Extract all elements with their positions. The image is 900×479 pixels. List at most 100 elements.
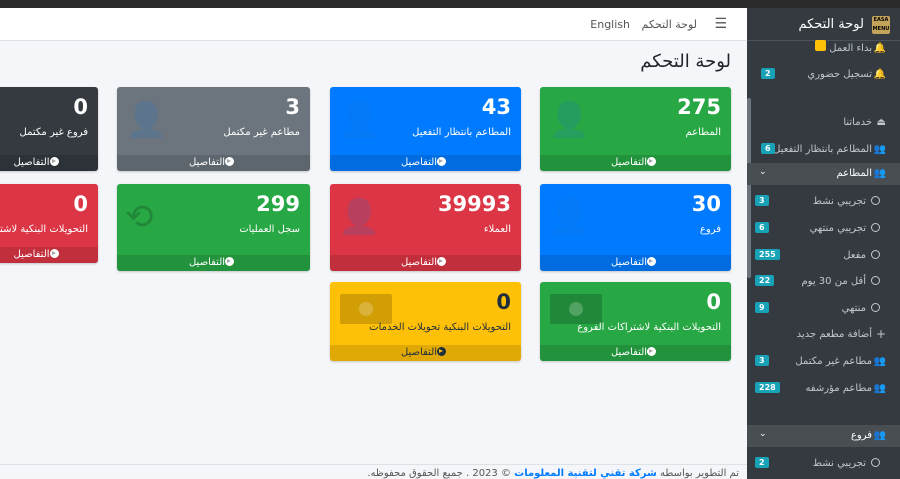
card-label: المطاعم بانتظار التفعيل	[412, 127, 511, 138]
card-value: 0	[73, 95, 88, 119]
arrow-circle-icon	[437, 347, 447, 356]
page-footer: تم التطوير بواسطه شركة تقني لتقنية المعل…	[367, 468, 739, 479]
card-label: التحويلات البنكية لاشتراكات الفروع	[577, 322, 721, 333]
card-value: 3	[285, 95, 300, 119]
arrow-circle-icon	[49, 157, 59, 166]
sidebar-item-restaurants[interactable]: 👥 المطاعم ⌄	[747, 163, 900, 185]
details-link[interactable]: التفاصيل	[330, 345, 521, 361]
users-icon: 👥	[873, 144, 886, 155]
details-link[interactable]: التفاصيل	[117, 255, 310, 271]
sidebar-item-expired[interactable]: منتهي 9	[747, 298, 900, 320]
arrow-circle-icon	[437, 157, 447, 166]
card-customers: 👤 39993 العملاء التفاصيل	[330, 184, 521, 271]
arrow-circle-icon	[225, 157, 235, 166]
sidebar: EASA MENU لوحة التحكم 🔔 بداء العمل 🔔 تسج…	[747, 8, 900, 479]
sidebar-item-trial-expired[interactable]: تجريبي منتهي 6	[747, 218, 900, 240]
brand-logo: EASA MENU	[872, 16, 890, 34]
card-incomplete-restaurants: 👤 3 مطاعم غير مكتمل التفاصيل	[117, 87, 310, 171]
start-work-badge-icon	[815, 40, 826, 54]
sidebar-item-branch-trial-active[interactable]: تجريبي نشط 2	[747, 453, 900, 475]
users-icon: 👥	[873, 430, 886, 441]
count-badge: 6	[755, 222, 769, 233]
count-badge: 3	[755, 195, 769, 206]
card-label: فروع	[699, 224, 721, 235]
card-operations-log: ⟲ 299 سجل العمليات التفاصيل	[117, 184, 310, 271]
chevron-down-icon: ⌄	[759, 429, 767, 439]
bell-outline-icon: ⏏	[876, 117, 886, 128]
sidebar-item-branches[interactable]: 👥 فروع ⌄	[747, 425, 900, 447]
users-icon: 👥	[873, 168, 886, 179]
sidebar-item-less-than-30-days[interactable]: أقل من 30 يوم 22	[747, 271, 900, 293]
footer-copyright: © 2023 . جميع الحقوق محفوظه.	[367, 468, 511, 479]
nav-dashboard-link[interactable]: لوحة التحكم	[642, 18, 697, 31]
card-label: التحويلات البنكية تحويلات الخدمات	[369, 322, 511, 333]
card-value: 0	[73, 192, 88, 216]
arrow-circle-icon	[647, 347, 657, 356]
count-badge: 6	[761, 143, 775, 154]
circle-icon	[871, 303, 880, 315]
sidebar-item-archived-restaurants[interactable]: 👥 مطاعم مؤرشفه 228	[747, 378, 900, 400]
money-icon	[550, 294, 602, 324]
sidebar-item-trial-active[interactable]: تجريبي نشط 3	[747, 191, 900, 213]
brand-title: لوحة التحكم	[798, 17, 864, 32]
arrow-circle-icon	[437, 257, 447, 266]
card-branches: 👤 30 فروع التفاصيل	[540, 184, 731, 271]
details-link[interactable]: التفاصيل	[117, 155, 310, 171]
card-pending-restaurants: 👤 43 المطاعم بانتظار التفعيل التفاصيل	[330, 87, 521, 171]
circle-icon	[871, 223, 880, 235]
card-label: مطاعم غير مكتمل	[223, 127, 300, 138]
browser-top-strip	[0, 0, 900, 8]
details-link[interactable]: التفاصيل	[330, 155, 521, 171]
sidebar-item-start-work[interactable]: 🔔 بداء العمل	[747, 38, 900, 60]
main-content: ☰ لوحة التحكم English لوحة التحكم 👤 275 …	[0, 8, 747, 479]
count-badge: 3	[755, 355, 769, 366]
details-link[interactable]: التفاصيل	[540, 255, 731, 271]
user-plus-icon: 👤	[338, 100, 381, 140]
footer-company-link[interactable]: شركة تقني لتقنية المعلومات	[514, 468, 657, 479]
card-value: 0	[706, 290, 721, 314]
count-badge: 2	[761, 68, 775, 79]
sidebar-item-our-services[interactable]: ⏏ خدماتنا	[747, 112, 900, 134]
details-link[interactable]: التفاصيل	[540, 155, 731, 171]
user-plus-icon: 👤	[125, 100, 168, 140]
user-plus-icon: 👤	[548, 100, 591, 140]
circle-icon	[871, 276, 880, 288]
card-restaurants: 👤 275 المطاعم التفاصيل	[540, 87, 731, 171]
chevron-down-icon: ⌄	[759, 167, 767, 177]
card-value: 0	[496, 290, 511, 314]
arrow-circle-icon	[225, 257, 235, 266]
count-badge: 22	[755, 275, 775, 286]
arrow-circle-icon	[647, 257, 657, 266]
language-link[interactable]: English	[590, 18, 630, 31]
top-navbar: ☰ لوحة التحكم English	[0, 8, 747, 41]
menu-icon[interactable]: ☰	[714, 16, 727, 32]
users-icon: 👥	[873, 383, 886, 394]
count-badge: 228	[755, 382, 780, 393]
arrow-circle-icon	[49, 249, 59, 258]
card-incomplete-branches: 0 فروع غير مكتمل التفاصيل	[0, 87, 98, 171]
details-link[interactable]: التفاصيل	[0, 155, 98, 171]
card-services-bank-transfers: 0 التحويلات البنكية تحويلات الخدمات التف…	[330, 282, 521, 361]
details-link[interactable]: التفاصيل	[540, 345, 731, 361]
plus-icon: +	[875, 327, 886, 341]
card-label: المطاعم	[685, 127, 721, 138]
card-label: فروع غير مكتمل	[19, 127, 88, 138]
card-value: 39993	[437, 192, 511, 216]
sidebar-item-pending-restaurants[interactable]: 👥 المطاعم بانتظار التفعيل 6	[747, 139, 900, 161]
details-link[interactable]: التفاصيل	[330, 255, 521, 271]
sidebar-item-incomplete-restaurants[interactable]: 👥 مطاعم غير مكتمل 3	[747, 351, 900, 373]
card-value: 30	[691, 192, 721, 216]
circle-icon	[871, 196, 880, 208]
card-value: 299	[256, 192, 300, 216]
count-badge: 9	[755, 302, 769, 313]
sidebar-item-active[interactable]: مفعل 255	[747, 245, 900, 267]
circle-icon	[871, 250, 880, 262]
sidebar-item-attendance[interactable]: 🔔 تسجيل حضوري 2	[747, 64, 900, 86]
sidebar-item-add-restaurant[interactable]: + أضافة مطعم جديد	[747, 324, 900, 346]
user-plus-icon: 👤	[548, 197, 591, 237]
details-link[interactable]: التفاصيل	[0, 247, 98, 263]
card-label: العملاء	[483, 224, 511, 235]
footer-divider	[0, 464, 747, 465]
bell-icon: 🔔	[873, 69, 886, 80]
count-badge: 255	[755, 249, 780, 260]
